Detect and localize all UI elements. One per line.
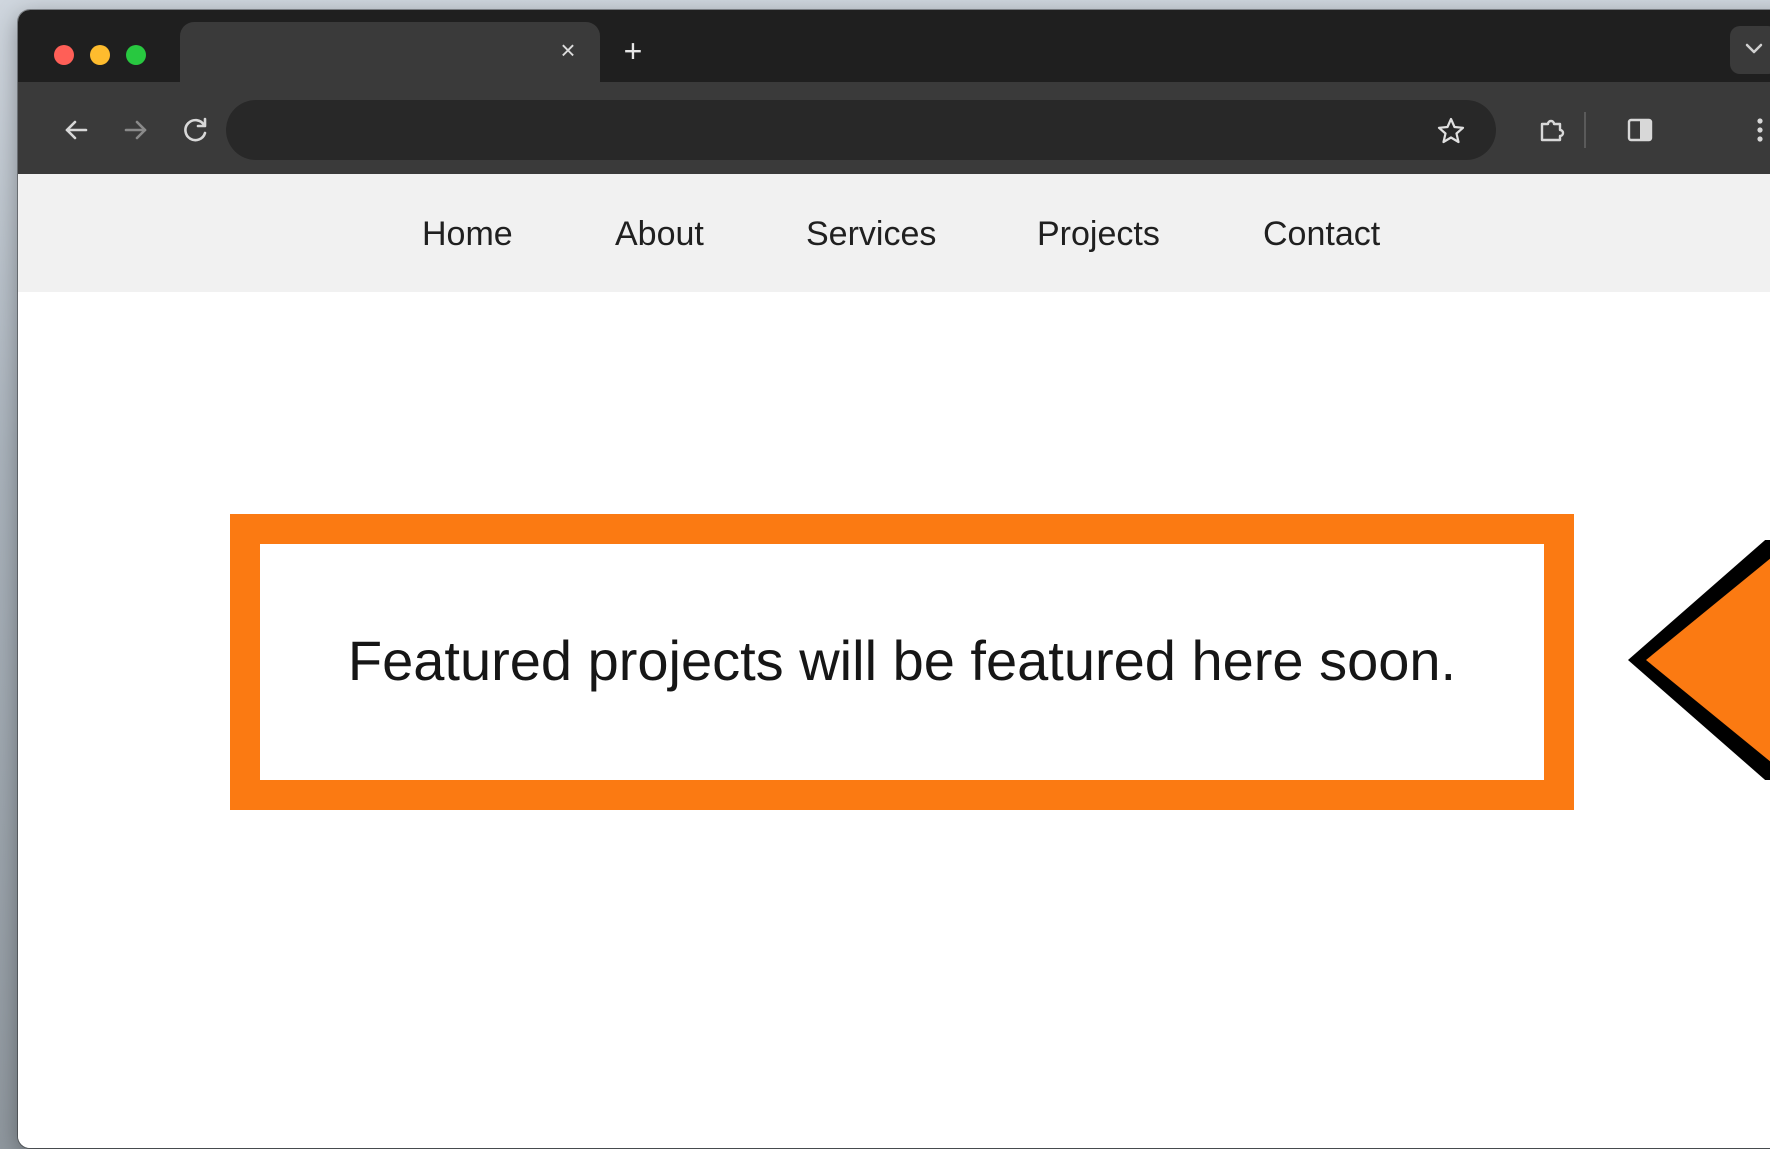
arrow-right-icon bbox=[124, 120, 147, 140]
close-window-button[interactable] bbox=[54, 45, 74, 65]
forward-button[interactable] bbox=[118, 112, 154, 148]
more-vertical-icon bbox=[1757, 118, 1763, 142]
tab-strip: × + bbox=[18, 10, 1770, 82]
browser-tab[interactable]: × bbox=[180, 22, 600, 82]
toolbar-divider bbox=[1584, 112, 1586, 148]
nav-link-contact[interactable]: Contact bbox=[1263, 214, 1380, 254]
callout-content: Featured projects will be featured here … bbox=[260, 544, 1544, 780]
web-page: Home About Services Projects Contact Fea… bbox=[18, 174, 1770, 1148]
featured-projects-callout: Featured projects will be featured here … bbox=[230, 514, 1574, 810]
pointer-arrow-icon bbox=[1628, 540, 1770, 780]
new-tab-button[interactable]: + bbox=[618, 35, 648, 67]
site-navbar: Home About Services Projects Contact bbox=[18, 174, 1770, 292]
arrow-left-icon bbox=[65, 120, 88, 140]
tab-close-icon[interactable]: × bbox=[554, 36, 582, 64]
address-bar[interactable] bbox=[226, 100, 1496, 160]
tab-search-button[interactable] bbox=[1730, 26, 1770, 74]
reload-icon bbox=[184, 117, 207, 142]
zoom-window-button[interactable] bbox=[126, 45, 146, 65]
puzzle-piece-icon bbox=[1540, 119, 1565, 142]
side-panel-button[interactable] bbox=[1622, 112, 1658, 148]
menu-button[interactable] bbox=[1742, 112, 1770, 148]
back-button[interactable] bbox=[58, 112, 94, 148]
chevron-down-icon bbox=[1745, 43, 1763, 54]
side-panel-icon bbox=[1627, 118, 1653, 142]
minimize-window-button[interactable] bbox=[90, 45, 110, 65]
nav-link-projects[interactable]: Projects bbox=[1037, 214, 1160, 254]
nav-link-home[interactable]: Home bbox=[422, 214, 513, 254]
nav-link-services[interactable]: Services bbox=[806, 214, 936, 254]
nav-link-about[interactable]: About bbox=[615, 214, 704, 254]
browser-toolbar bbox=[18, 82, 1770, 174]
reload-button[interactable] bbox=[178, 112, 214, 148]
featured-projects-message: Featured projects will be featured here … bbox=[347, 629, 1457, 692]
extensions-button[interactable] bbox=[1534, 112, 1570, 148]
browser-window: × + Home About Services Projects Contact… bbox=[18, 10, 1770, 1148]
bookmark-star-icon[interactable] bbox=[1436, 116, 1466, 146]
